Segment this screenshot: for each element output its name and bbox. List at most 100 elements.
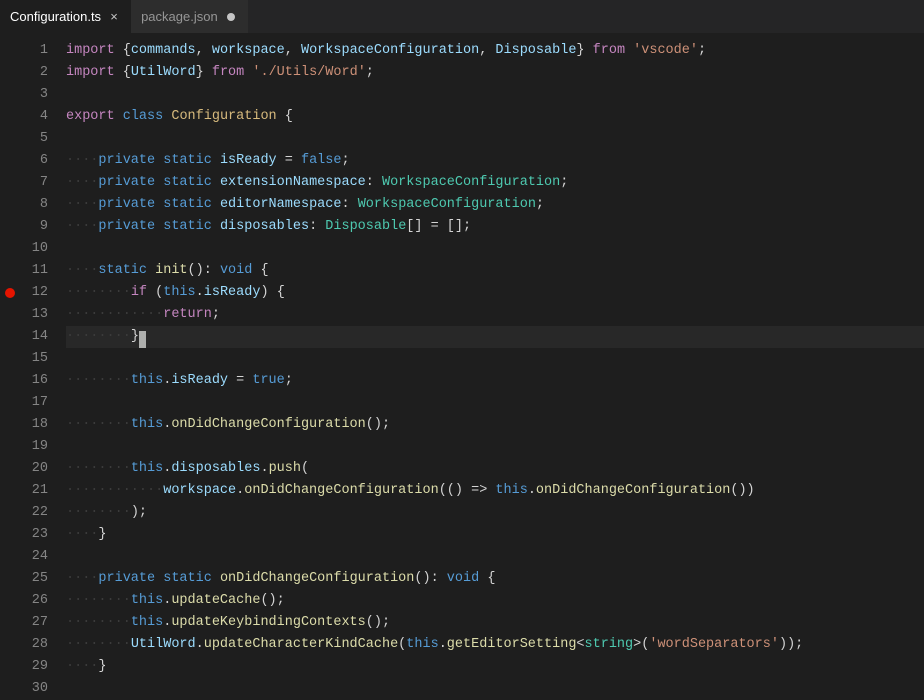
line-number: 4 bbox=[20, 106, 48, 128]
line-number: 19 bbox=[20, 436, 48, 458]
code-line[interactable]: ········this.updateKeybindingContexts(); bbox=[66, 612, 924, 634]
breakpoint-slot[interactable] bbox=[0, 84, 20, 106]
code-line[interactable]: ····private static onDidChangeConfigurat… bbox=[66, 568, 924, 590]
line-number: 21 bbox=[20, 480, 48, 502]
code-line[interactable]: ····private static disposables: Disposab… bbox=[66, 216, 924, 238]
code-line[interactable] bbox=[66, 546, 924, 568]
code-line[interactable] bbox=[66, 436, 924, 458]
close-icon[interactable]: × bbox=[107, 10, 121, 24]
tab-label: Configuration.ts bbox=[10, 9, 101, 24]
breakpoint-slot[interactable] bbox=[0, 304, 20, 326]
code-line[interactable]: ········this.updateCache(); bbox=[66, 590, 924, 612]
code-line[interactable]: ········this.onDidChangeConfiguration(); bbox=[66, 414, 924, 436]
code-line[interactable]: import {UtilWord} from './Utils/Word'; bbox=[66, 62, 924, 84]
code-line[interactable] bbox=[66, 238, 924, 260]
breakpoint-slot[interactable] bbox=[0, 546, 20, 568]
code-line[interactable]: ············workspace.onDidChangeConfigu… bbox=[66, 480, 924, 502]
breakpoint-slot[interactable] bbox=[0, 414, 20, 436]
line-number: 14 bbox=[20, 326, 48, 348]
breakpoint-slot[interactable] bbox=[0, 106, 20, 128]
breakpoint-slot[interactable] bbox=[0, 150, 20, 172]
code-line[interactable] bbox=[66, 678, 924, 700]
breakpoint-icon[interactable] bbox=[5, 288, 15, 298]
line-number: 9 bbox=[20, 216, 48, 238]
line-number: 2 bbox=[20, 62, 48, 84]
breakpoint-slot[interactable] bbox=[0, 40, 20, 62]
line-number: 12 bbox=[20, 282, 48, 304]
dirty-indicator-icon[interactable] bbox=[224, 10, 238, 24]
breakpoint-slot[interactable] bbox=[0, 172, 20, 194]
line-number: 24 bbox=[20, 546, 48, 568]
breakpoint-slot[interactable] bbox=[0, 216, 20, 238]
line-number: 20 bbox=[20, 458, 48, 480]
breakpoint-slot[interactable] bbox=[0, 436, 20, 458]
breakpoint-slot[interactable] bbox=[0, 326, 20, 348]
line-number: 22 bbox=[20, 502, 48, 524]
line-number: 17 bbox=[20, 392, 48, 414]
editor[interactable]: 1234567891011121314151617181920212223242… bbox=[0, 34, 924, 690]
line-number: 10 bbox=[20, 238, 48, 260]
breakpoint-slot[interactable] bbox=[0, 634, 20, 656]
line-number: 3 bbox=[20, 84, 48, 106]
code-line[interactable]: ········} bbox=[66, 326, 924, 348]
line-number: 1 bbox=[20, 40, 48, 62]
tab-configuration-ts[interactable]: Configuration.ts × bbox=[0, 0, 131, 33]
code-line[interactable]: ············return; bbox=[66, 304, 924, 326]
breakpoint-slot[interactable] bbox=[0, 194, 20, 216]
line-number: 5 bbox=[20, 128, 48, 150]
breakpoint-slot[interactable] bbox=[0, 458, 20, 480]
code-line[interactable]: ····static init(): void { bbox=[66, 260, 924, 282]
code-line[interactable]: ····} bbox=[66, 524, 924, 546]
breakpoint-slot[interactable] bbox=[0, 282, 20, 304]
line-number: 25 bbox=[20, 568, 48, 590]
line-number: 15 bbox=[20, 348, 48, 370]
line-number: 26 bbox=[20, 590, 48, 612]
breakpoint-slot[interactable] bbox=[0, 656, 20, 678]
breakpoint-slot[interactable] bbox=[0, 590, 20, 612]
code-line[interactable]: ····private static editorNamespace: Work… bbox=[66, 194, 924, 216]
breakpoint-slot[interactable] bbox=[0, 524, 20, 546]
breakpoint-slot[interactable] bbox=[0, 502, 20, 524]
line-number: 6 bbox=[20, 150, 48, 172]
breakpoint-slot[interactable] bbox=[0, 260, 20, 282]
breakpoint-slot[interactable] bbox=[0, 348, 20, 370]
tab-label: package.json bbox=[141, 9, 218, 24]
breakpoint-slot[interactable] bbox=[0, 238, 20, 260]
line-number: 23 bbox=[20, 524, 48, 546]
code-area[interactable]: import {commands, workspace, WorkspaceCo… bbox=[66, 34, 924, 690]
line-number: 29 bbox=[20, 656, 48, 678]
code-line[interactable]: ····private static isReady = false; bbox=[66, 150, 924, 172]
code-line[interactable] bbox=[66, 392, 924, 414]
breakpoint-slot[interactable] bbox=[0, 568, 20, 590]
breakpoint-slot[interactable] bbox=[0, 392, 20, 414]
line-number: 16 bbox=[20, 370, 48, 392]
code-line[interactable] bbox=[66, 84, 924, 106]
code-line[interactable] bbox=[66, 128, 924, 150]
line-number: 28 bbox=[20, 634, 48, 656]
code-line[interactable]: ········); bbox=[66, 502, 924, 524]
breakpoint-slot[interactable] bbox=[0, 128, 20, 150]
tab-package-json[interactable]: package.json bbox=[131, 0, 248, 33]
code-line[interactable]: ····private static extensionNamespace: W… bbox=[66, 172, 924, 194]
breakpoint-slot[interactable] bbox=[0, 612, 20, 634]
code-line[interactable] bbox=[66, 348, 924, 370]
code-line[interactable]: ········UtilWord.updateCharacterKindCach… bbox=[66, 634, 924, 656]
code-line[interactable]: export class Configuration { bbox=[66, 106, 924, 128]
line-number: 27 bbox=[20, 612, 48, 634]
breakpoint-slot[interactable] bbox=[0, 370, 20, 392]
line-number: 18 bbox=[20, 414, 48, 436]
breakpoint-slot[interactable] bbox=[0, 62, 20, 84]
line-number: 30 bbox=[20, 678, 48, 700]
breakpoint-slot[interactable] bbox=[0, 678, 20, 700]
code-line[interactable]: ····} bbox=[66, 656, 924, 678]
breakpoint-gutter[interactable] bbox=[0, 34, 20, 690]
line-number: 7 bbox=[20, 172, 48, 194]
code-line[interactable]: ········this.disposables.push( bbox=[66, 458, 924, 480]
line-number: 13 bbox=[20, 304, 48, 326]
tab-bar: Configuration.ts × package.json bbox=[0, 0, 924, 34]
breakpoint-slot[interactable] bbox=[0, 480, 20, 502]
code-line[interactable]: ········if (this.isReady) { bbox=[66, 282, 924, 304]
code-line[interactable]: ········this.isReady = true; bbox=[66, 370, 924, 392]
code-line[interactable]: import {commands, workspace, WorkspaceCo… bbox=[66, 40, 924, 62]
text-cursor bbox=[139, 331, 146, 348]
